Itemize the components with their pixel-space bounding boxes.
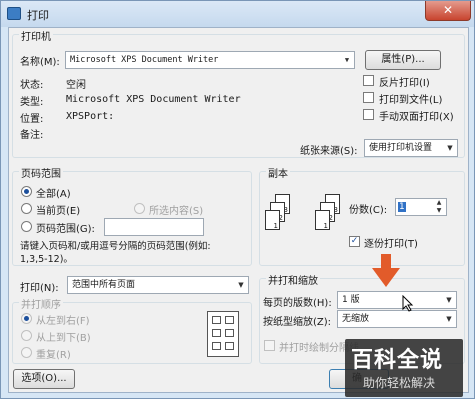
order-top-bottom-label: 从上到下(B): [36, 333, 91, 344]
paper-source-select[interactable]: 使用打印机设置 ▼: [364, 139, 458, 157]
mouse-cursor-icon: [402, 295, 414, 312]
copies-group-label: 副本: [266, 165, 290, 180]
range-hint-line1: 请键入页码和/或用逗号分隔的页码范围(例如:: [20, 241, 211, 252]
order-left-right-label: 从左到右(F): [36, 316, 90, 327]
manual-duplex-checkbox[interactable]: [363, 109, 374, 120]
order-top-bottom-radio[interactable]: [21, 330, 32, 341]
range-selection-radio[interactable]: [134, 203, 145, 214]
where-label: 位置:: [20, 114, 44, 125]
range-all-radio[interactable]: [21, 186, 32, 197]
window-title: 打印: [27, 9, 49, 22]
watermark-subtitle: 助你轻松解决: [363, 376, 436, 390]
draw-borders-checkbox[interactable]: [264, 340, 275, 351]
order-preview-icon: [207, 311, 239, 357]
scale-label: 按纸型缩放(Z):: [263, 317, 332, 328]
chevron-down-icon: ▼: [344, 56, 350, 64]
order-repeat-label: 重复(R): [36, 350, 71, 361]
status-value: 空闲: [66, 80, 86, 91]
comment-label: 备注:: [20, 130, 44, 141]
order-left-right-radio[interactable]: [21, 313, 32, 324]
chevron-down-icon: ▼: [446, 315, 452, 323]
options-button[interactable]: 选项(O)...: [13, 369, 75, 389]
printer-name-value: Microsoft XPS Document Writer: [70, 55, 219, 65]
copies-count-value: 1: [398, 202, 406, 212]
reverse-print-label: 反片打印(I): [379, 78, 430, 89]
title-bar: 打印 ✕: [1, 1, 474, 27]
print-what-value: 范围中所有页面: [72, 280, 136, 290]
zoom-group-label: 并打和缩放: [266, 272, 320, 287]
watermark-title: 百科全说: [351, 348, 444, 373]
range-current-radio[interactable]: [21, 203, 32, 214]
where-value: XPSPort:: [66, 111, 115, 122]
paper-source-label: 纸张来源(S):: [300, 146, 358, 157]
chevron-down-icon: ▼: [238, 281, 244, 289]
close-button[interactable]: ✕: [425, 1, 471, 21]
scale-value: 无缩放: [342, 314, 370, 324]
down-arrow-annotation-icon: [372, 254, 400, 287]
reverse-print-checkbox[interactable]: [363, 75, 374, 86]
type-value: Microsoft XPS Document Writer: [66, 94, 241, 105]
print-order-group-label: 并打顺序: [19, 296, 63, 311]
app-icon: [7, 7, 21, 20]
paper-source-value: 使用打印机设置: [369, 143, 433, 153]
type-label: 类型:: [20, 97, 44, 108]
chevron-down-icon: ▼: [446, 296, 452, 304]
range-current-label: 当前页(E): [36, 206, 81, 217]
print-what-select[interactable]: 范围中所有页面 ▼: [67, 276, 249, 294]
page-range-input[interactable]: [104, 218, 204, 236]
printer-name-select[interactable]: Microsoft XPS Document Writer ▼: [65, 51, 355, 69]
properties-button[interactable]: 属性(P)...: [365, 50, 441, 70]
scale-select[interactable]: 无缩放 ▼: [337, 310, 457, 328]
print-to-file-label: 打印到文件(L): [379, 95, 443, 106]
page-range-group-label: 页码范围: [19, 165, 63, 180]
spin-arrows-icon[interactable]: ▲ ▼: [432, 199, 446, 215]
manual-duplex-label: 手动双面打印(X): [379, 112, 454, 123]
status-label: 状态:: [20, 80, 44, 91]
range-all-label: 全部(A): [36, 189, 71, 200]
watermark-logo: 百科全说 助你轻松解决: [345, 339, 463, 397]
copies-count-input[interactable]: 1 ▲ ▼: [395, 198, 447, 216]
collate-pages-icon: 3 2 1 3 2 1: [265, 194, 345, 244]
range-selection-label: 所选内容(S): [149, 206, 204, 217]
printer-group-label: 打印机: [19, 28, 53, 43]
copies-count-label: 份数(C):: [349, 205, 388, 216]
pages-per-sheet-label: 每页的版数(H):: [263, 298, 332, 309]
order-repeat-radio[interactable]: [21, 347, 32, 358]
chevron-down-icon: ▼: [447, 144, 453, 152]
range-pages-radio[interactable]: [21, 221, 32, 232]
print-to-file-checkbox[interactable]: [363, 92, 374, 103]
printer-name-label: 名称(M):: [20, 57, 60, 68]
pages-per-sheet-value: 1 版: [342, 295, 360, 305]
collate-checkbox[interactable]: ✓: [349, 236, 360, 247]
collate-label: 逐份打印(T): [364, 239, 418, 250]
pages-per-sheet-select[interactable]: 1 版 ▼: [337, 291, 457, 309]
range-hint-line2: 1,3,5-12)。: [20, 254, 73, 265]
range-pages-label: 页码范围(G):: [36, 224, 95, 235]
print-what-label: 打印(N):: [20, 283, 59, 294]
print-dialog: 打印 ✕ 打印机 名称(M): Microsoft XPS Document W…: [0, 0, 475, 399]
